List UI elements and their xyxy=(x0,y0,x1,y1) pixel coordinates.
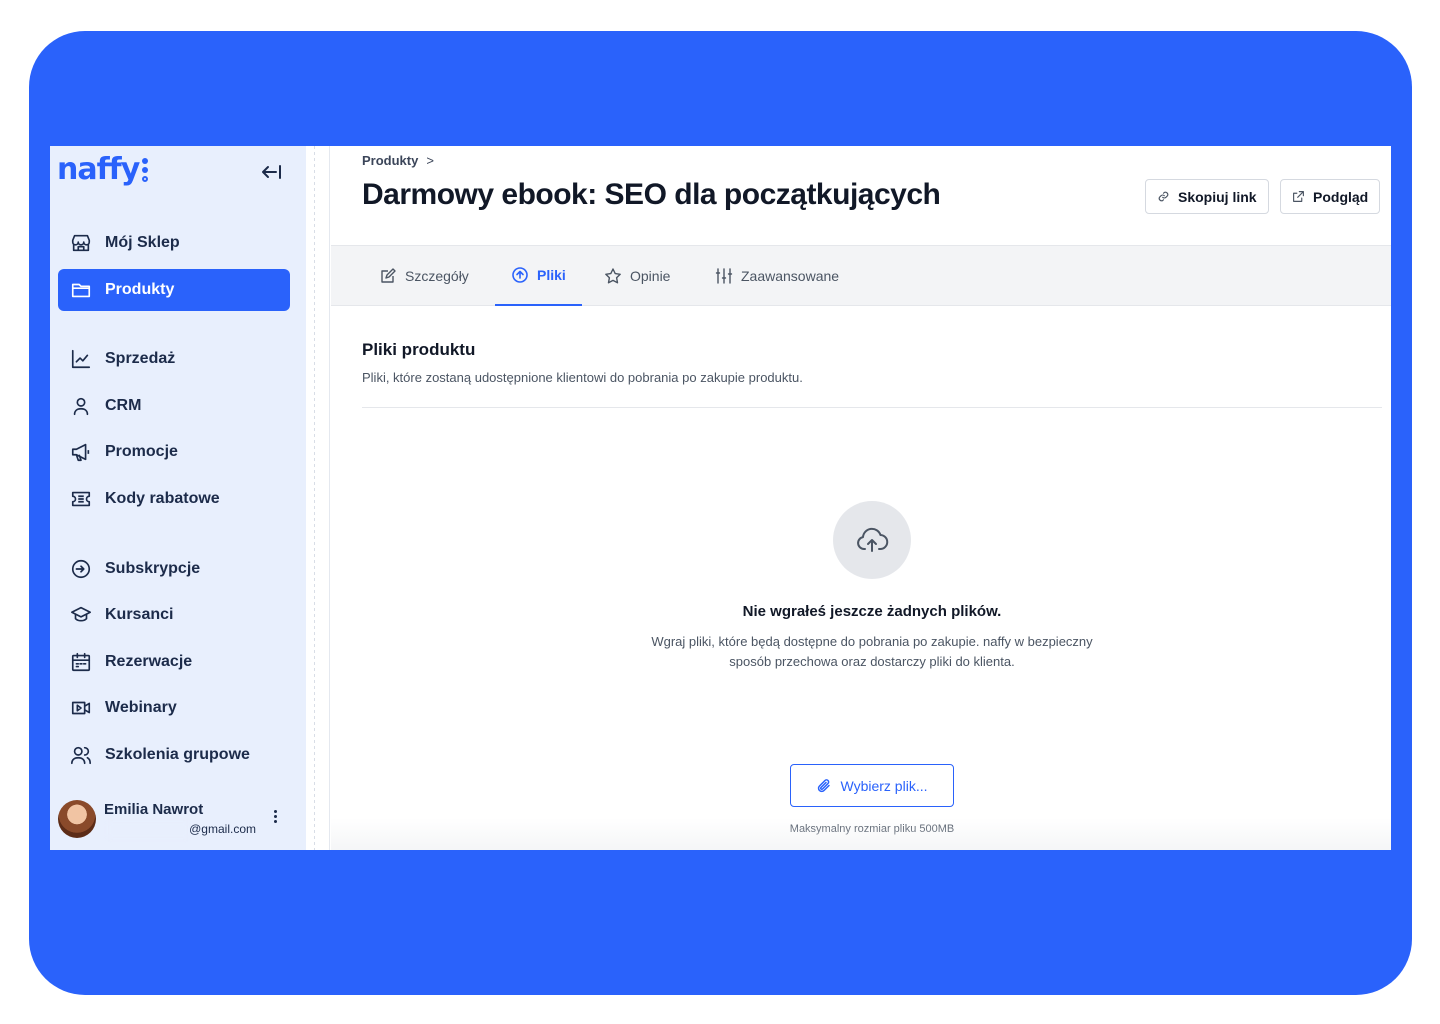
preview-label: Podgląd xyxy=(1313,188,1369,205)
tab-szczegoly[interactable]: Szczegóły xyxy=(363,246,485,306)
users-icon xyxy=(71,746,91,765)
tab-zaawansowane[interactable]: Zaawansowane xyxy=(699,246,855,306)
user-profile[interactable]: Emilia Nawrot @gmail.com xyxy=(58,798,290,842)
user-name: Emilia Nawrot xyxy=(104,801,204,818)
sidebar-item-webinary[interactable]: Webinary xyxy=(58,687,290,729)
video-icon xyxy=(71,701,91,715)
page-title: Darmowy ebook: SEO dla początkujących xyxy=(362,178,941,211)
breadcrumb-produkty[interactable]: Produkty xyxy=(362,153,418,168)
megaphone-icon xyxy=(71,443,90,462)
sidebar-item-label: Subskrypcje xyxy=(105,560,201,577)
collapse-sidebar-icon[interactable] xyxy=(258,160,284,184)
subscription-icon xyxy=(71,559,91,579)
breadcrumb: Produkty > xyxy=(362,153,434,168)
naffy-logo[interactable]: naffy xyxy=(57,152,140,187)
star-icon xyxy=(605,268,621,284)
sidebar-item-kursanci[interactable]: Kursanci xyxy=(58,594,290,636)
paperclip-icon xyxy=(818,778,831,792)
sidebar-item-label: Szkolenia grupowe xyxy=(105,746,250,763)
cloud-upload-icon xyxy=(857,527,889,552)
sidebar: naffy Mój Sklep Produkty Sprzedaż CRM Pr… xyxy=(50,146,306,850)
copy-link-label: Skopiuj link xyxy=(1178,188,1257,205)
chart-line-icon xyxy=(71,349,91,369)
tab-pliki[interactable]: Pliki xyxy=(495,246,582,306)
sidebar-item-label: Mój Sklep xyxy=(105,234,180,251)
user-email: @gmail.com xyxy=(189,822,256,836)
edit-icon xyxy=(381,268,396,283)
ticket-icon xyxy=(71,491,91,507)
store-icon xyxy=(71,234,91,252)
tab-label: Opinie xyxy=(630,268,671,284)
sidebar-item-label: Rezerwacje xyxy=(105,653,193,670)
graduation-cap-icon xyxy=(71,606,91,622)
avatar[interactable] xyxy=(58,800,96,838)
sidebar-item-produkty[interactable]: Produkty xyxy=(58,269,290,311)
more-vertical-icon[interactable] xyxy=(270,808,280,828)
sidebar-divider xyxy=(306,146,330,850)
copy-link-button[interactable]: Skopiuj link xyxy=(1145,179,1269,214)
link-icon xyxy=(1158,191,1169,202)
sidebar-item-label: Webinary xyxy=(105,699,177,716)
tab-opinie[interactable]: Opinie xyxy=(588,246,686,306)
sidebar-item-rezerwacje[interactable]: Rezerwacje xyxy=(58,641,290,683)
sidebar-item-label: Sprzedaż xyxy=(105,350,176,367)
sidebar-item-label: Promocje xyxy=(105,443,178,460)
sidebar-item-szkolenia-grupowe[interactable]: Szkolenia grupowe xyxy=(58,734,290,776)
sidebar-item-subskrypcje[interactable]: Subskrypcje xyxy=(58,548,290,590)
preview-button[interactable]: Podgląd xyxy=(1280,179,1381,214)
breadcrumb-separator: > xyxy=(426,153,434,168)
user-icon xyxy=(73,397,89,416)
empty-state-description: Wgraj pliki, które będą dostępne do pobr… xyxy=(651,634,1093,669)
choose-file-label: Wybierz plik... xyxy=(840,777,928,794)
app-window: naffy Mój Sklep Produkty Sprzedaż CRM Pr… xyxy=(50,146,1391,850)
section-title: Pliki produktu xyxy=(362,340,476,359)
choose-file-button[interactable]: Wybierz plik... xyxy=(790,764,954,807)
sidebar-item-promocje[interactable]: Promocje xyxy=(58,431,290,473)
upload-placeholder xyxy=(833,501,911,579)
tab-label: Szczegóły xyxy=(405,268,469,284)
empty-state-title: Nie wgrałeś jeszcze żadnych plików. xyxy=(742,603,1002,620)
logo-dots-icon xyxy=(142,158,150,182)
tab-label: Zaawansowane xyxy=(741,268,840,284)
sidebar-item-crm[interactable]: CRM xyxy=(58,385,290,427)
external-link-icon xyxy=(1293,191,1304,202)
sidebar-item-sprzedaz[interactable]: Sprzedaż xyxy=(58,338,290,380)
main-content: Produkty > Darmowy ebook: SEO dla początk… xyxy=(331,146,1391,850)
upload-icon xyxy=(512,267,528,283)
sidebar-item-label: Kody rabatowe xyxy=(105,490,220,507)
sidebar-item-label: CRM xyxy=(105,397,142,414)
sidebar-item-label: Kursanci xyxy=(105,606,174,623)
max-file-size-note: Maksymalny rozmiar pliku 500MB xyxy=(789,823,955,835)
tab-label: Pliki xyxy=(537,267,566,283)
product-tabs: Szczegóły Pliki Opinie Zaawansowane xyxy=(331,245,1391,306)
section-divider xyxy=(362,407,1382,408)
sidebar-item-moj-sklep[interactable]: Mój Sklep xyxy=(58,222,290,264)
calendar-icon xyxy=(71,652,91,672)
section-description: Pliki, które zostaną udostępnione klient… xyxy=(362,370,803,385)
sidebar-item-label: Produkty xyxy=(105,281,175,298)
sliders-icon xyxy=(715,268,733,284)
sidebar-item-kody-rabatowe[interactable]: Kody rabatowe xyxy=(58,478,290,520)
folder-icon xyxy=(71,283,91,298)
